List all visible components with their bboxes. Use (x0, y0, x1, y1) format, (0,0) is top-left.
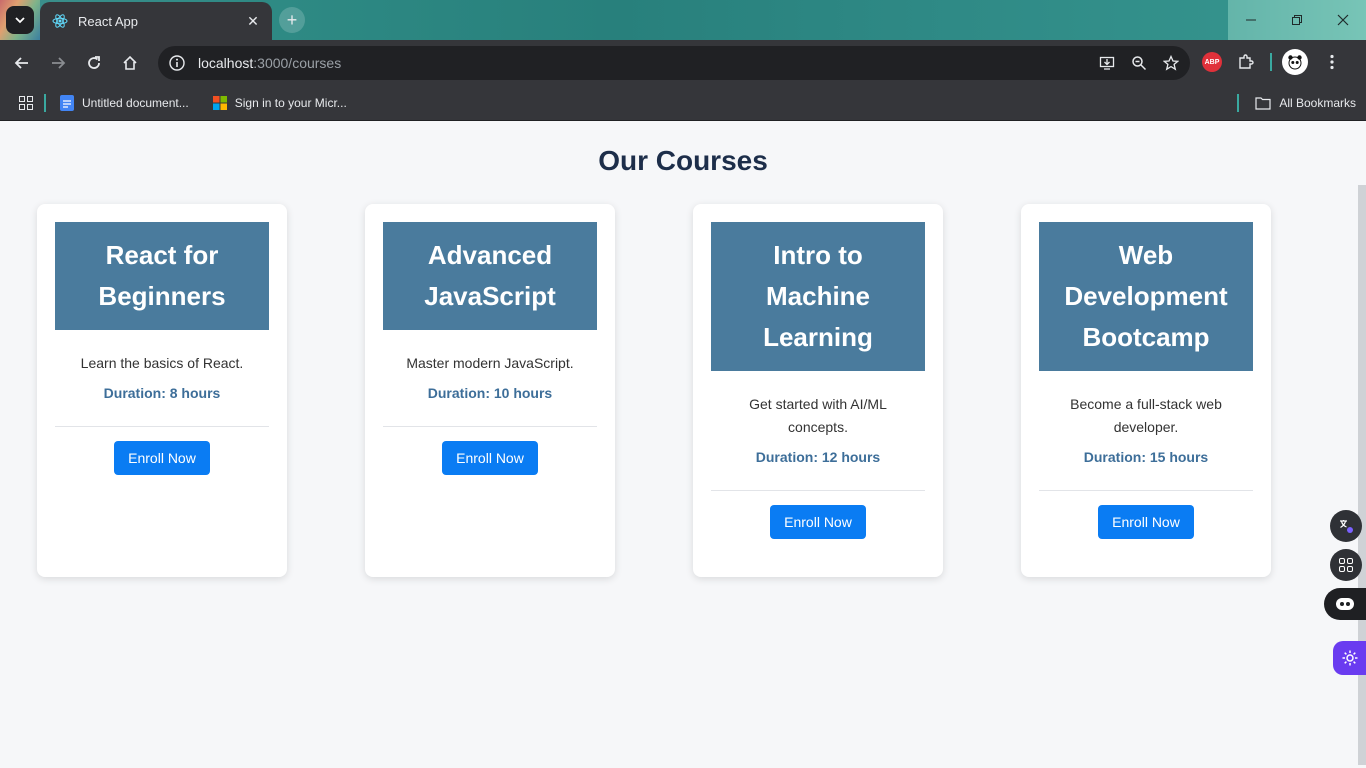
all-bookmarks-button[interactable]: All Bookmarks (1237, 85, 1356, 121)
install-app-icon[interactable] (1096, 52, 1118, 74)
card-divider (711, 490, 925, 491)
tab-close-icon[interactable]: ✕ (244, 13, 262, 30)
reload-button[interactable] (76, 45, 112, 81)
enroll-button[interactable]: Enroll Now (770, 505, 866, 539)
settings-widget[interactable] (1333, 641, 1366, 675)
enroll-button[interactable]: Enroll Now (114, 441, 210, 475)
minimize-icon (1246, 19, 1256, 21)
card-divider (383, 426, 597, 427)
home-button[interactable] (112, 45, 148, 81)
page-content: Our Courses React for Beginners Learn th… (0, 121, 1366, 768)
gear-icon (1342, 650, 1357, 666)
tab-search-button[interactable] (6, 6, 34, 34)
enroll-button[interactable]: Enroll Now (1098, 505, 1194, 539)
extensions-area: ABP (1202, 44, 1346, 80)
back-button[interactable] (4, 45, 40, 81)
course-description: Become a full-stack web developer. (1070, 396, 1222, 435)
browser-titlebar: React App ✕ + (0, 0, 1366, 40)
url-text[interactable]: localhost:3000/courses (198, 55, 341, 71)
all-bookmarks-label: All Bookmarks (1279, 96, 1356, 110)
site-info-icon[interactable] (166, 52, 188, 74)
apps-button[interactable] (8, 85, 44, 121)
close-window-button[interactable] (1320, 0, 1366, 40)
adblock-extension-icon[interactable]: ABP (1202, 52, 1222, 72)
profile-avatar[interactable] (1282, 49, 1308, 75)
bookmarks-bar: Untitled document... Sign in to your Mic… (0, 85, 1366, 121)
microsoft-icon (212, 95, 227, 110)
course-description: Get started with AI/ML concepts. (749, 396, 887, 435)
course-duration: Duration: 10 hours (427, 385, 553, 401)
address-bar[interactable]: localhost:3000/courses (158, 46, 1190, 80)
assistant-widget[interactable] (1324, 588, 1366, 620)
url-path: :3000/courses (253, 55, 342, 71)
translate-icon (1340, 520, 1353, 533)
translate-widget[interactable] (1330, 510, 1362, 542)
puzzle-icon (1239, 54, 1254, 69)
reload-icon (88, 55, 100, 69)
course-duration: Duration: 8 hours (103, 385, 221, 401)
folder-icon (1255, 97, 1271, 110)
course-card: React for Beginners Learn the basics of … (37, 204, 287, 577)
course-card: Intro to Machine Learning Get started wi… (693, 204, 943, 577)
arrow-left-icon (14, 56, 28, 69)
course-description: Learn the basics of React. (80, 355, 244, 371)
course-card: Advanced JavaScript Master modern JavaSc… (365, 204, 615, 577)
window-controls (1228, 0, 1366, 40)
restore-button[interactable] (1274, 0, 1320, 40)
panda-avatar-icon (1288, 55, 1302, 70)
tab-title: React App (78, 13, 138, 29)
course-title: Intro to Machine Learning (711, 222, 925, 371)
bookmark-item-doc[interactable]: Untitled document... (60, 94, 189, 111)
course-title: Web Development Bootcamp (1039, 222, 1253, 371)
course-title: Advanced JavaScript (383, 222, 597, 330)
forward-button[interactable] (40, 45, 76, 81)
chevron-down-icon (15, 17, 25, 24)
card-divider (1039, 490, 1253, 491)
grid-widget[interactable] (1330, 549, 1362, 581)
bookmark-item-microsoft[interactable]: Sign in to your Micr... (212, 95, 347, 110)
course-duration: Duration: 15 hours (1083, 449, 1209, 465)
browser-tab[interactable]: React App ✕ (40, 2, 272, 40)
toolbar-divider (1270, 53, 1272, 71)
enroll-button[interactable]: Enroll Now (442, 441, 538, 475)
arrow-right-icon (52, 56, 66, 69)
browser-menu-button[interactable] (1318, 44, 1346, 80)
close-icon (1337, 14, 1349, 26)
restore-icon (1292, 15, 1302, 25)
course-card: Web Development Bootcamp Become a full-s… (1021, 204, 1271, 577)
bookmarks-divider (1237, 94, 1240, 112)
home-icon (123, 55, 137, 70)
react-favicon-icon (52, 14, 68, 28)
course-title: React for Beginners (55, 222, 269, 330)
bookmark-label: Untitled document... (82, 95, 189, 110)
url-host: localhost (198, 55, 254, 71)
more-vertical-icon (1330, 54, 1334, 70)
course-description: Master modern JavaScript. (406, 355, 574, 371)
minimize-button[interactable] (1228, 0, 1274, 40)
google-docs-icon (60, 94, 74, 111)
bot-icon (1336, 598, 1354, 610)
browser-toolbar: localhost:3000/courses ABP (0, 40, 1366, 85)
page-scrollbar[interactable] (1358, 185, 1366, 765)
course-duration: Duration: 12 hours (755, 449, 881, 465)
bookmark-star-icon[interactable] (1160, 52, 1182, 74)
apps-grid-icon (19, 95, 33, 110)
new-tab-button[interactable]: + (279, 7, 305, 33)
zoom-icon[interactable] (1128, 52, 1150, 74)
page-title: Our Courses (598, 145, 768, 176)
extensions-button[interactable] (1232, 44, 1260, 80)
bookmarks-divider (44, 93, 46, 112)
card-divider (55, 426, 269, 427)
grid-icon (1339, 558, 1353, 572)
bookmark-label: Sign in to your Micr... (234, 95, 347, 110)
